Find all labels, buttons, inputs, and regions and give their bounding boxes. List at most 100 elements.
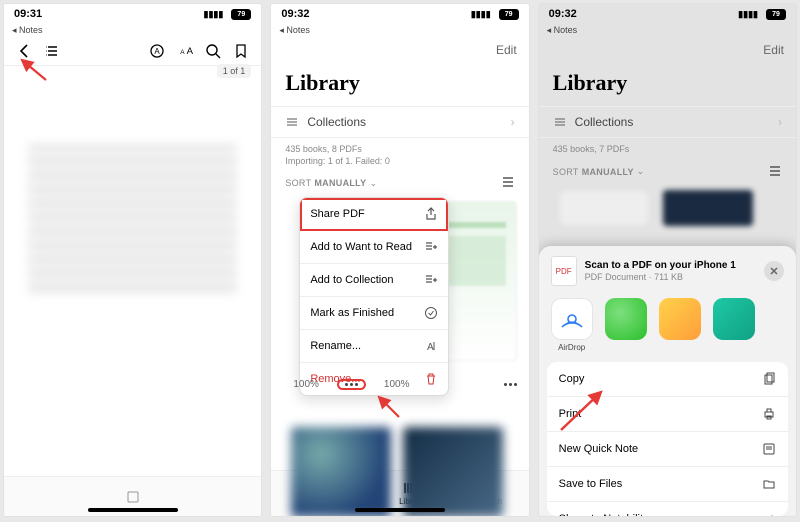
status-time: 09:31 [14,8,42,20]
menu-share-pdf[interactable]: Share PDF [300,198,448,231]
toc-icon[interactable] [44,43,60,59]
folder-icon [762,477,776,491]
share-actions: Copy Print New Quick Note Save to Files … [547,362,788,516]
app-icon [713,298,755,340]
back-to-notes[interactable]: ◂ Notes [539,25,796,36]
share-sheet-header: PDF Scan to a PDF on your iPhone 1 PDF D… [539,246,796,294]
share-apps-row: AirDrop [539,294,796,362]
stats-count: 435 books, 8 PDFs [285,144,514,156]
action-save-files[interactable]: Save to Files [547,467,788,502]
edit-button[interactable]: Edit [496,43,517,57]
menu-label: Add to Want to Read [310,241,412,253]
collections-label: Collections [575,115,634,129]
svg-text:A: A [187,46,193,57]
action-label: Print [559,408,582,420]
back-to-notes[interactable]: ◂ Notes [271,25,528,36]
screen-1-reader: 09:31 ▮▮▮▮ 79 ◂ Notes A AA [4,4,261,516]
svg-text:A: A [155,47,161,56]
menu-add-collection[interactable]: Add to Collection [300,264,448,297]
sort-label: SORT [553,167,579,177]
menu-want-to-read[interactable]: Add to Want to Read [300,231,448,264]
more-button-2[interactable] [504,383,517,386]
cell-signal-icon: ▮▮▮▮ [738,9,758,20]
collections-row[interactable]: Collections › [271,106,528,138]
nav-bar: Edit [539,36,796,64]
font-size-icon[interactable]: AA [177,43,193,59]
nav-bar: Edit [271,36,528,64]
library-body: Share PDF Add to Want to Read Add to Col… [271,197,528,470]
search-icon[interactable] [205,43,221,59]
page-indicator: 1 of 1 [217,64,252,78]
app-generic-1[interactable] [659,298,701,352]
chevron-down-icon: ⌄ [637,166,645,177]
list-add-icon [424,240,438,254]
action-quick-note[interactable]: New Quick Note [547,432,788,467]
progress-right: 100% [384,379,410,390]
checkmark-circle-icon [424,306,438,320]
status-time: 09:32 [281,8,309,20]
markup-icon[interactable] [125,489,141,505]
back-to-notes[interactable]: ◂ Notes [4,25,261,36]
book-cover[interactable] [663,190,753,226]
cell-signal-icon: ▮▮▮▮ [471,9,491,20]
book-cover[interactable] [291,427,391,516]
status-right: ▮▮▮▮ 79 [204,9,252,20]
more-button[interactable] [337,379,366,390]
page-title: Library [539,64,796,106]
book-cover[interactable] [559,190,649,226]
stats-import: Importing: 1 of 1. Failed: 0 [285,156,514,168]
app-wechat[interactable] [605,298,647,352]
app-generic-2[interactable] [713,298,755,352]
share-doc-title: Scan to a PDF on your iPhone 1 [585,260,736,272]
view-toggle-icon[interactable] [501,175,515,191]
menu-rename[interactable]: Rename... A [300,330,448,363]
book-cover[interactable] [403,427,503,516]
sort-row[interactable]: SORT MANUALLY ⌄ [271,167,528,197]
bookmark-icon[interactable] [233,43,249,59]
menu-label: Rename... [310,340,361,352]
edit-button[interactable]: Edit [763,43,784,57]
back-icon[interactable] [16,43,32,59]
battery-icon: 79 [231,9,251,20]
screen-2-library-context: 09:32 ▮▮▮▮ 79 ◂ Notes Edit Library Colle… [271,4,528,516]
collections-label: Collections [307,115,366,129]
library-stats: 435 books, 7 PDFs [539,138,796,156]
action-notability[interactable]: Share to Notability [547,502,788,516]
status-bar: 09:32 ▮▮▮▮ 79 [539,4,796,24]
rename-icon: A [424,339,438,353]
menu-label: Mark as Finished [310,307,394,319]
menu-mark-finished[interactable]: Mark as Finished [300,297,448,330]
collections-icon [553,115,567,129]
home-indicator [88,508,178,512]
share-doc-subtitle: PDF Document · 711 KB [585,272,736,283]
print-icon [762,407,776,421]
book-covers [291,427,503,516]
action-print[interactable]: Print [547,397,788,432]
collection-add-icon [424,273,438,287]
book-thumbs [539,186,796,226]
view-toggle-icon[interactable] [768,164,782,180]
chevron-right-icon: › [778,115,782,129]
progress-left: 100% [293,379,319,390]
reader-toolbar: A AA [4,36,261,66]
action-copy[interactable]: Copy [547,362,788,397]
share-icon [424,207,438,221]
wechat-icon [605,298,647,340]
theme-icon[interactable]: A [149,43,165,59]
battery-icon: 79 [499,9,519,20]
close-icon[interactable]: ✕ [764,261,784,281]
action-label: Save to Files [559,478,623,490]
annotation-arrow [373,393,407,421]
collections-row[interactable]: Collections › [539,106,796,138]
app-label: AirDrop [558,343,585,352]
app-airdrop[interactable]: AirDrop [551,298,593,352]
share-sheet: PDF Scan to a PDF on your iPhone 1 PDF D… [539,246,796,516]
sort-value: MANUALLY [582,167,634,177]
app-icon [659,298,701,340]
sort-row[interactable]: SORT MANUALLY ⌄ [539,156,796,186]
copy-icon [762,372,776,386]
chevron-down-icon: ⌄ [369,178,377,189]
progress-row: 100% 100% [293,379,516,390]
chevron-right-icon: › [511,115,515,129]
svg-text:A: A [427,342,434,353]
